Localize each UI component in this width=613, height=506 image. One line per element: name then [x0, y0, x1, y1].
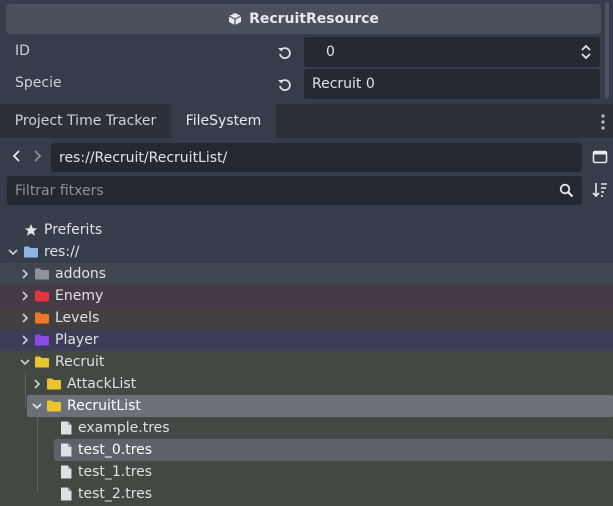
root-label: res:// — [44, 244, 80, 260]
chevron-right-icon[interactable] — [31, 378, 43, 390]
tree-folder-row[interactable]: Player — [0, 329, 613, 351]
resource-name: RecruitResource — [249, 11, 379, 27]
favorites-label: Preferits — [44, 222, 103, 238]
filter-placeholder: Filtrar fitxers — [15, 182, 104, 199]
folder-icon — [47, 378, 61, 390]
tab-filesystem[interactable]: FileSystem — [171, 104, 276, 138]
chevron-right-icon[interactable] — [19, 312, 31, 324]
forward-arrow-icon[interactable] — [30, 148, 44, 164]
id-spinbox[interactable]: 0 — [304, 37, 600, 67]
filter-files-input[interactable]: Filtrar fitxers — [7, 176, 582, 205]
tree-file-row-highlighted[interactable]: test_0.tres — [54, 439, 613, 461]
specie-value: Recruit 0 — [312, 76, 375, 92]
file-name: example.tres — [78, 420, 170, 436]
split-view-icon[interactable] — [592, 149, 608, 165]
revert-icon[interactable] — [277, 45, 293, 61]
file-name: test_0.tres — [78, 442, 153, 458]
tree-folder-row-selected[interactable]: RecruitList — [27, 395, 613, 417]
star-icon — [24, 223, 38, 237]
tree-folder-row[interactable]: Levels — [0, 307, 613, 329]
id-value: 0 — [326, 44, 335, 60]
resource-header[interactable]: RecruitResource — [6, 4, 601, 34]
folder-name: Player — [55, 332, 99, 348]
folder-name: addons — [55, 266, 107, 282]
revert-icon[interactable] — [277, 77, 293, 93]
path-text: res://Recruit/RecruitList/ — [59, 149, 228, 166]
specie-field[interactable]: Recruit 0 — [304, 69, 600, 99]
tree-favorites-row[interactable]: Preferits — [0, 219, 613, 241]
stepper-arrows-icon[interactable] — [580, 44, 592, 60]
resource-cube-icon — [228, 13, 242, 25]
folder-name: Levels — [55, 310, 100, 326]
file-icon — [60, 487, 72, 501]
tree-root-row[interactable]: res:// — [0, 241, 613, 263]
file-icon — [60, 421, 72, 435]
tree-file-row[interactable]: test_2.tres — [0, 483, 613, 505]
tree-folder-row[interactable]: AttackList — [0, 373, 613, 395]
file-tree: Preferits res:// addons Enemy Levels Pla… — [0, 218, 613, 506]
tab-project-time-tracker[interactable]: Project Time Tracker — [0, 104, 171, 138]
folder-icon — [47, 400, 61, 412]
chevron-down-icon[interactable] — [19, 356, 31, 368]
property-label-id: ID — [15, 43, 30, 59]
sort-icon[interactable] — [592, 181, 608, 199]
chevron-right-icon[interactable] — [19, 334, 31, 346]
folder-icon — [35, 334, 49, 346]
folder-icon — [35, 268, 49, 280]
chevron-down-icon[interactable] — [31, 400, 43, 412]
tree-file-row[interactable]: test_1.tres — [0, 461, 613, 483]
file-icon — [60, 465, 72, 479]
folder-name: Recruit — [55, 354, 105, 370]
inspector-scrollbar[interactable] — [605, 2, 609, 98]
tree-file-row[interactable]: example.tres — [0, 417, 613, 439]
chevron-down-icon[interactable] — [7, 246, 19, 258]
chevron-right-icon[interactable] — [19, 268, 31, 280]
dock-menu-icon[interactable] — [600, 112, 606, 132]
folder-icon — [24, 246, 38, 258]
file-name: test_1.tres — [78, 464, 153, 480]
property-label-specie: Specie — [15, 75, 62, 91]
tree-folder-row[interactable]: addons — [0, 263, 613, 285]
tree-folder-row[interactable]: Recruit — [0, 351, 613, 373]
folder-name: Enemy — [55, 288, 104, 304]
folder-name: AttackList — [67, 376, 137, 392]
file-icon — [60, 443, 72, 457]
folder-icon — [35, 290, 49, 302]
folder-name: RecruitList — [67, 398, 141, 414]
back-arrow-icon[interactable] — [10, 148, 24, 164]
search-icon — [559, 183, 574, 198]
tree-folder-row[interactable]: Enemy — [0, 285, 613, 307]
chevron-right-icon[interactable] — [19, 290, 31, 302]
folder-icon — [35, 312, 49, 324]
folder-icon — [35, 356, 49, 368]
file-name: test_2.tres — [78, 486, 153, 502]
path-input[interactable]: res://Recruit/RecruitList/ — [51, 143, 582, 172]
